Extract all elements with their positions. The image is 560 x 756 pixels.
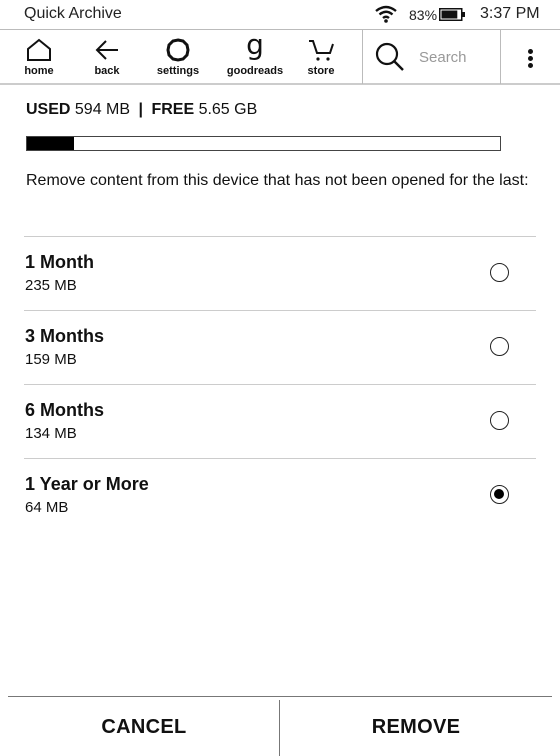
option-label: 3 Months <box>25 326 104 346</box>
battery-percent: 83% <box>409 7 438 23</box>
radio-button[interactable] <box>490 337 509 356</box>
cart-icon <box>309 40 334 61</box>
remove-button[interactable]: REMOVE <box>280 697 552 756</box>
goodreads-label: goodreads <box>226 65 284 77</box>
search-icon <box>375 42 404 71</box>
free-value: 5.65 GB <box>198 101 258 118</box>
archive-options: 1 Month 235 MB 3 Months 159 MB 6 Months … <box>24 236 536 532</box>
top-toolbar: home back settings g goodreads store Sea… <box>0 29 560 85</box>
storage-summary: USED 594 MB | FREE 5.65 GB <box>26 101 257 119</box>
used-value: 594 MB <box>74 101 131 118</box>
dialog-footer: CANCEL REMOVE <box>8 696 552 756</box>
search-placeholder: Search <box>419 49 467 66</box>
wifi-icon <box>375 5 397 23</box>
storage-bar <box>26 136 501 151</box>
goodreads-icon: g <box>246 28 264 61</box>
option-label: 1 Year or More <box>25 474 149 494</box>
description: Remove content from this device that has… <box>26 172 529 189</box>
option-3-months[interactable]: 3 Months 159 MB <box>24 310 536 384</box>
back-button[interactable]: back <box>82 30 132 84</box>
option-1-year-or-more[interactable]: 1 Year or More 64 MB <box>24 458 536 532</box>
option-size: 64 MB <box>25 499 69 516</box>
storage-bar-fill <box>27 137 75 150</box>
free-label: FREE <box>151 101 195 118</box>
storage-separator: | <box>138 101 143 118</box>
battery-icon <box>439 8 465 21</box>
home-icon <box>27 38 51 61</box>
home-label: home <box>24 65 54 77</box>
search-input[interactable]: Search <box>362 30 501 84</box>
status-bar: Quick Archive 83% 3:37 PM <box>0 0 560 29</box>
option-label: 6 Months <box>25 400 104 420</box>
back-arrow-icon <box>95 40 118 60</box>
clock: 3:37 PM <box>480 5 540 22</box>
store-button[interactable]: store <box>296 30 346 84</box>
radio-button[interactable] <box>490 485 509 504</box>
radio-button[interactable] <box>490 263 509 282</box>
option-1-month[interactable]: 1 Month 235 MB <box>24 236 536 310</box>
option-size: 134 MB <box>25 425 77 442</box>
used-label: USED <box>26 101 71 118</box>
goodreads-button[interactable]: g goodreads <box>222 30 288 84</box>
store-label: store <box>307 65 335 77</box>
settings-button[interactable]: settings <box>148 30 208 84</box>
radio-button[interactable] <box>490 411 509 430</box>
gear-icon <box>166 38 190 62</box>
back-label: back <box>94 65 120 77</box>
settings-label: settings <box>156 65 200 77</box>
option-label: 1 Month <box>25 252 94 272</box>
option-6-months[interactable]: 6 Months 134 MB <box>24 384 536 458</box>
app-title: Quick Archive <box>24 5 122 22</box>
option-size: 235 MB <box>25 277 77 294</box>
more-menu-button[interactable] <box>502 30 560 84</box>
option-size: 159 MB <box>25 351 77 368</box>
cancel-button[interactable]: CANCEL <box>8 697 280 756</box>
home-button[interactable]: home <box>14 30 64 84</box>
